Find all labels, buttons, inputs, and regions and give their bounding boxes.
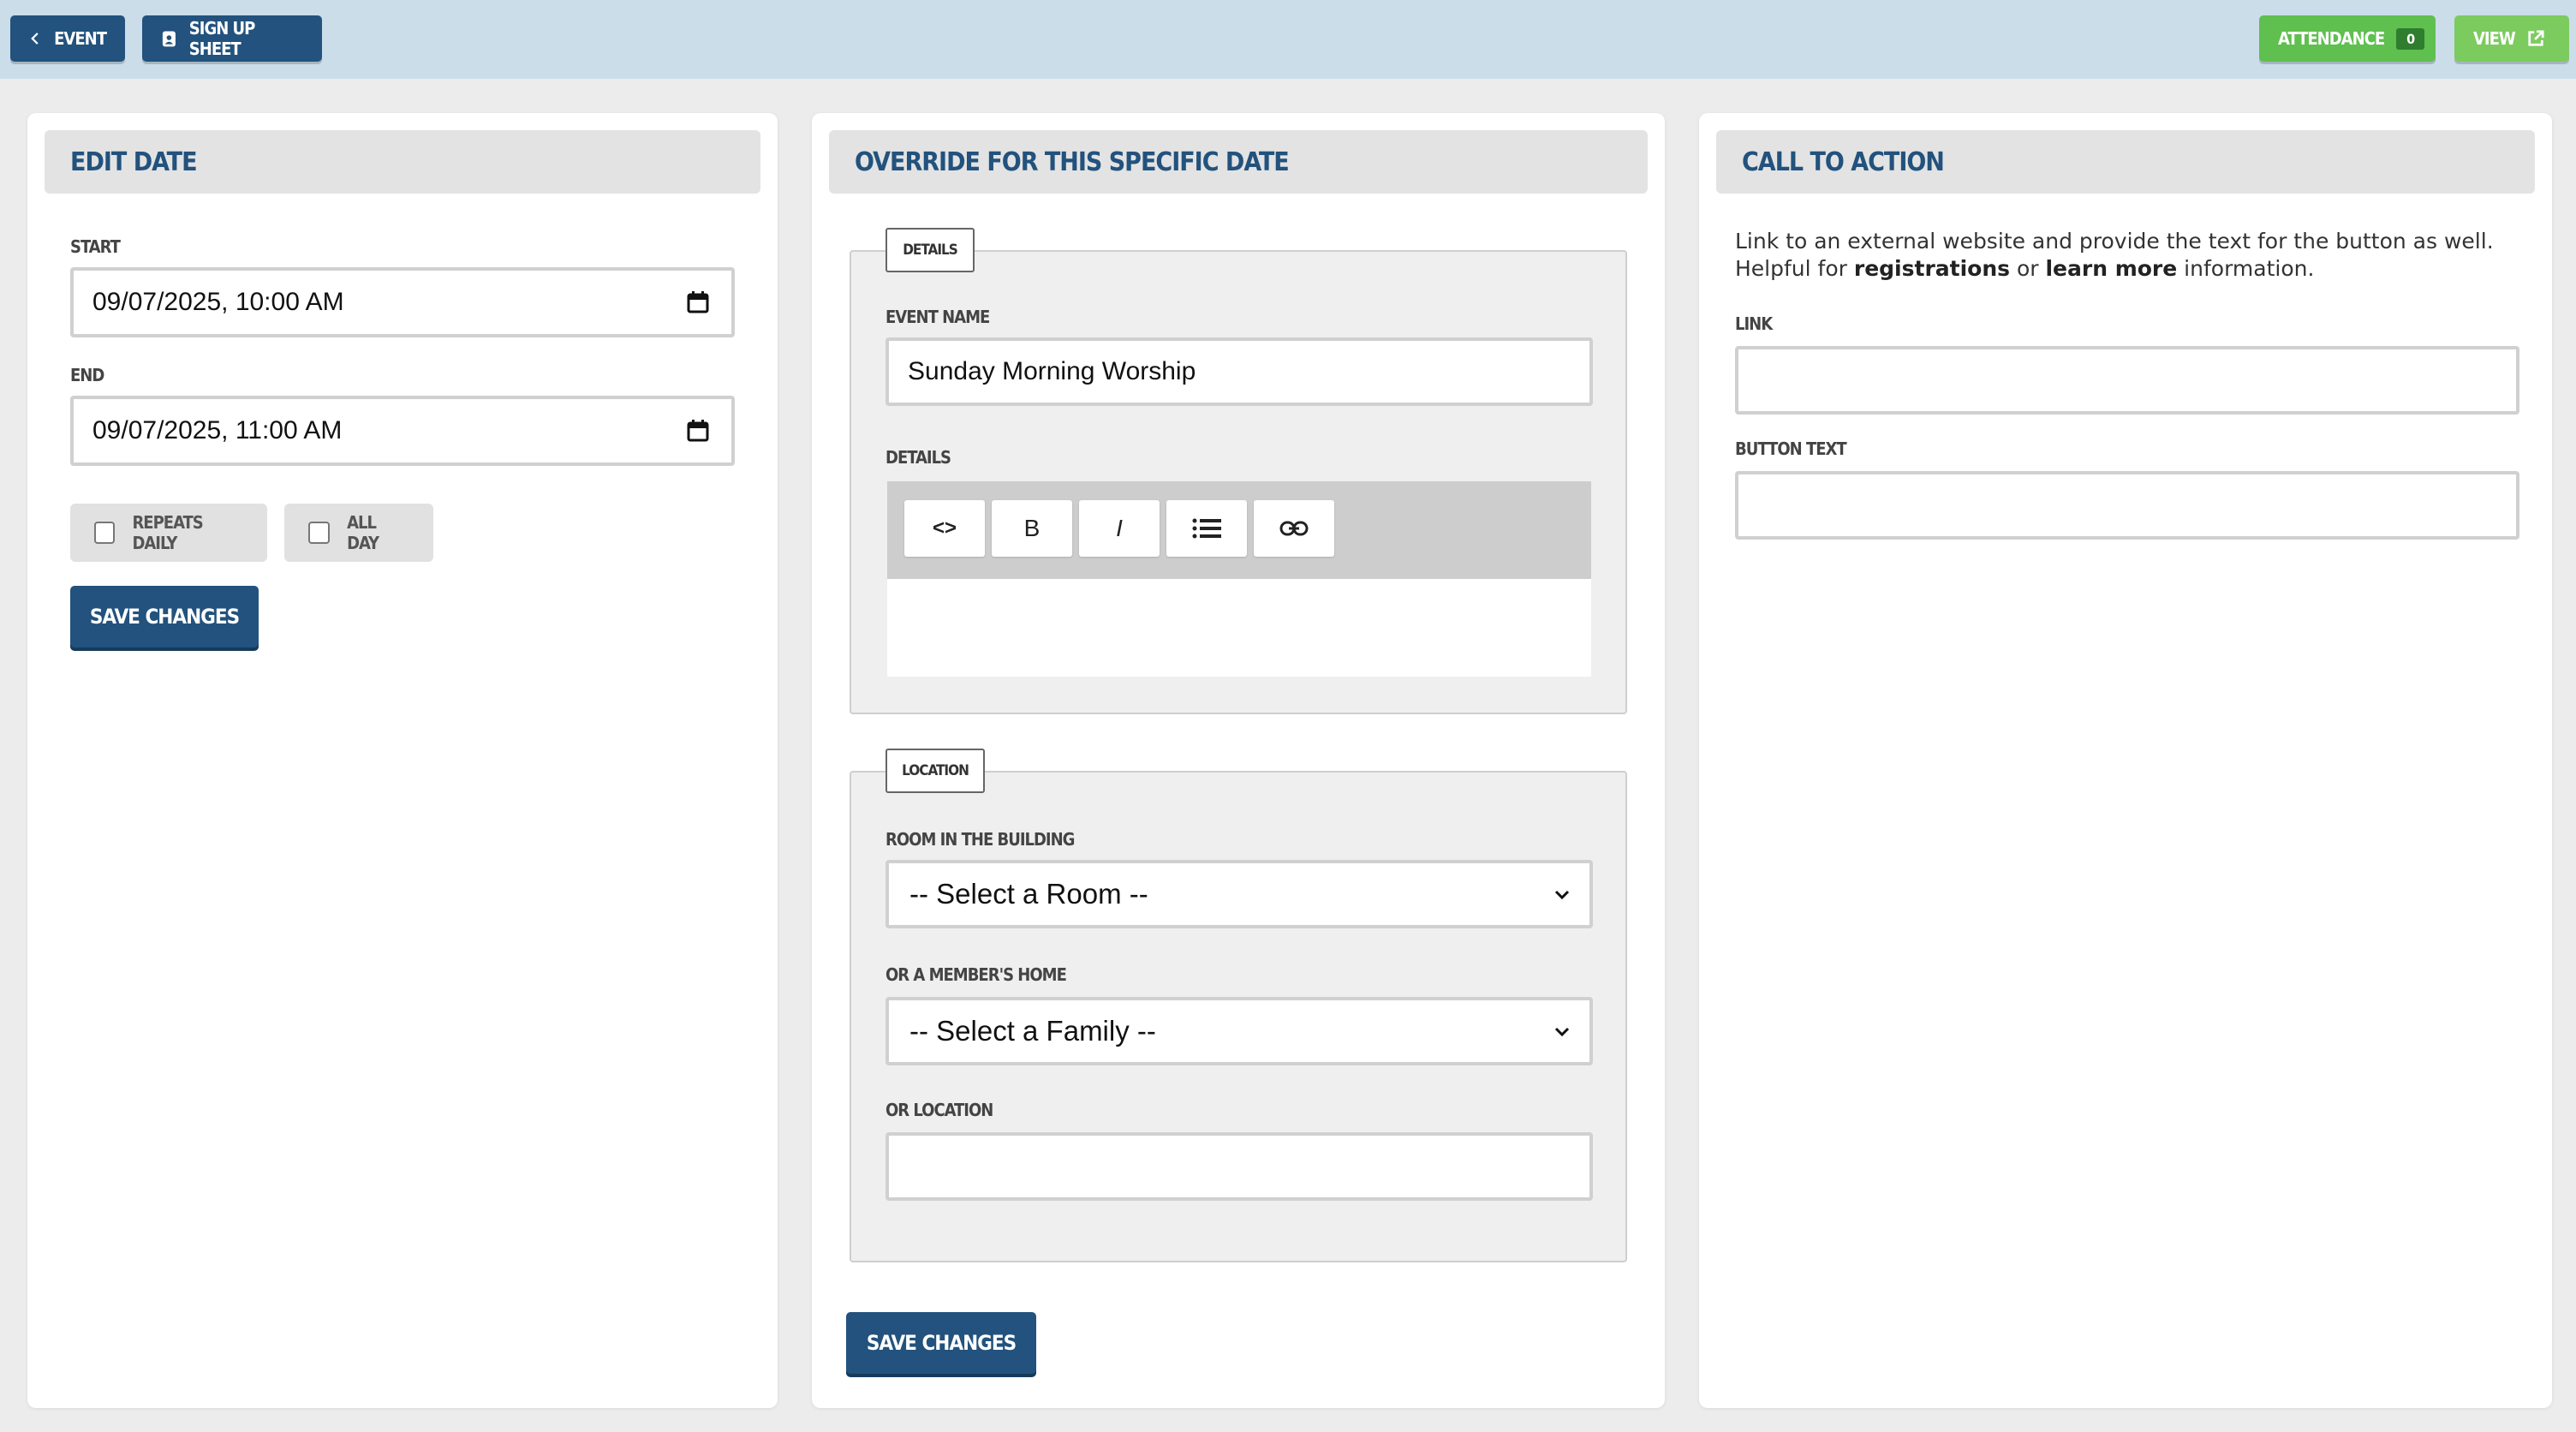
details-editor[interactable]: [887, 579, 1591, 677]
view-label: VIEW: [2473, 28, 2516, 49]
chevron-left-icon: [31, 33, 39, 45]
code-icon: <>: [932, 516, 957, 540]
details-legend: DETAILS: [886, 228, 975, 272]
calendar-icon[interactable]: [687, 291, 709, 313]
location-legend: LOCATION: [886, 749, 985, 793]
attendance-button[interactable]: ATTENDANCE 0: [2259, 15, 2436, 62]
link-input[interactable]: [1735, 346, 2519, 415]
chevron-down-icon: [1554, 890, 1570, 900]
italic-button[interactable]: I: [1079, 500, 1160, 557]
call-to-action-description: Link to an external website and provide …: [1735, 228, 2494, 283]
event-name-value: Sunday Morning Worship: [908, 357, 1196, 385]
view-button[interactable]: VIEW: [2454, 15, 2569, 62]
location-input[interactable]: [886, 1132, 1593, 1201]
event-name-label: EVENT NAME: [886, 307, 990, 327]
button-text-input[interactable]: [1735, 471, 2519, 540]
calendar-icon[interactable]: [687, 420, 709, 442]
desc-mid: or: [2010, 256, 2046, 281]
room-label: ROOM IN THE BUILDING: [886, 829, 1075, 850]
code-view-button[interactable]: <>: [904, 500, 985, 557]
list-icon: [1192, 518, 1221, 539]
desc-prefix: Helpful for: [1735, 256, 1854, 281]
repeats-daily-checkbox[interactable]: [94, 522, 116, 544]
event-name-input[interactable]: Sunday Morning Worship: [886, 337, 1593, 406]
list-button[interactable]: [1166, 500, 1247, 557]
details-label: DETAILS: [886, 447, 951, 468]
override-title: OVERRIDE FOR THIS SPECIFIC DATE: [829, 130, 1648, 194]
repeats-daily-toggle[interactable]: REPEATS DAILY: [70, 504, 267, 562]
chevron-down-icon: [1554, 1027, 1570, 1037]
end-datetime-input[interactable]: 09/07/2025, 11:00 AM: [70, 396, 735, 466]
editor-toolbar: <> B I: [887, 481, 1591, 579]
external-link-icon: [2528, 30, 2544, 46]
desc-registrations: registrations: [1853, 256, 2011, 281]
save-date-button[interactable]: SAVE CHANGES: [70, 586, 259, 647]
call-to-action-title: CALL TO ACTION: [1716, 130, 2535, 194]
link-button[interactable]: [1254, 500, 1334, 557]
back-to-event-button[interactable]: EVENT: [10, 15, 125, 62]
attendance-label: ATTENDANCE: [2278, 28, 2385, 49]
or-location-label: OR LOCATION: [886, 1100, 993, 1120]
description-line-1: Link to an external website and provide …: [1735, 229, 2494, 254]
back-button-label: EVENT: [54, 28, 107, 49]
sign-up-sheet-button[interactable]: SIGN UP SHEET: [142, 15, 322, 62]
save-override-button[interactable]: SAVE CHANGES: [846, 1312, 1036, 1374]
member-home-label: OR A MEMBER'S HOME: [886, 964, 1067, 985]
bold-button[interactable]: B: [992, 500, 1072, 557]
edit-date-title: EDIT DATE: [45, 130, 760, 194]
top-bar: EVENT SIGN UP SHEET ATTENDANCE 0 VIEW: [0, 0, 2576, 79]
start-datetime-value: 09/07/2025, 10:00 AM: [92, 288, 344, 316]
start-datetime-input[interactable]: 09/07/2025, 10:00 AM: [70, 267, 735, 337]
start-label: START: [70, 236, 121, 257]
room-select-value: -- Select a Room --: [909, 878, 1148, 910]
desc-suffix: information.: [2177, 256, 2315, 281]
attendance-count-badge: 0: [2396, 27, 2425, 50]
sign-up-sheet-label: SIGN UP SHEET: [188, 18, 256, 59]
family-select-value: -- Select a Family --: [909, 1015, 1156, 1047]
end-label: END: [70, 365, 104, 385]
clipboard-user-icon: [162, 31, 176, 47]
italic-icon: I: [1116, 515, 1123, 541]
button-text-label: BUTTON TEXT: [1735, 439, 1847, 459]
room-select[interactable]: -- Select a Room --: [886, 860, 1593, 928]
repeats-daily-label: REPEATS DAILY: [132, 512, 203, 553]
link-label: LINK: [1735, 313, 1773, 334]
link-icon: [1279, 521, 1309, 536]
end-datetime-value: 09/07/2025, 11:00 AM: [92, 416, 343, 445]
all-day-label: ALL DAY: [347, 512, 379, 553]
desc-learn-more: learn more: [2045, 256, 2178, 281]
all-day-toggle[interactable]: ALL DAY: [284, 504, 433, 562]
family-select[interactable]: -- Select a Family --: [886, 997, 1593, 1065]
bold-icon: B: [1023, 515, 1041, 541]
all-day-checkbox[interactable]: [308, 522, 331, 544]
description-line-2: Helpful for registrations or learn more …: [1735, 255, 2494, 283]
call-to-action-panel: CALL TO ACTION: [1699, 113, 2552, 1408]
